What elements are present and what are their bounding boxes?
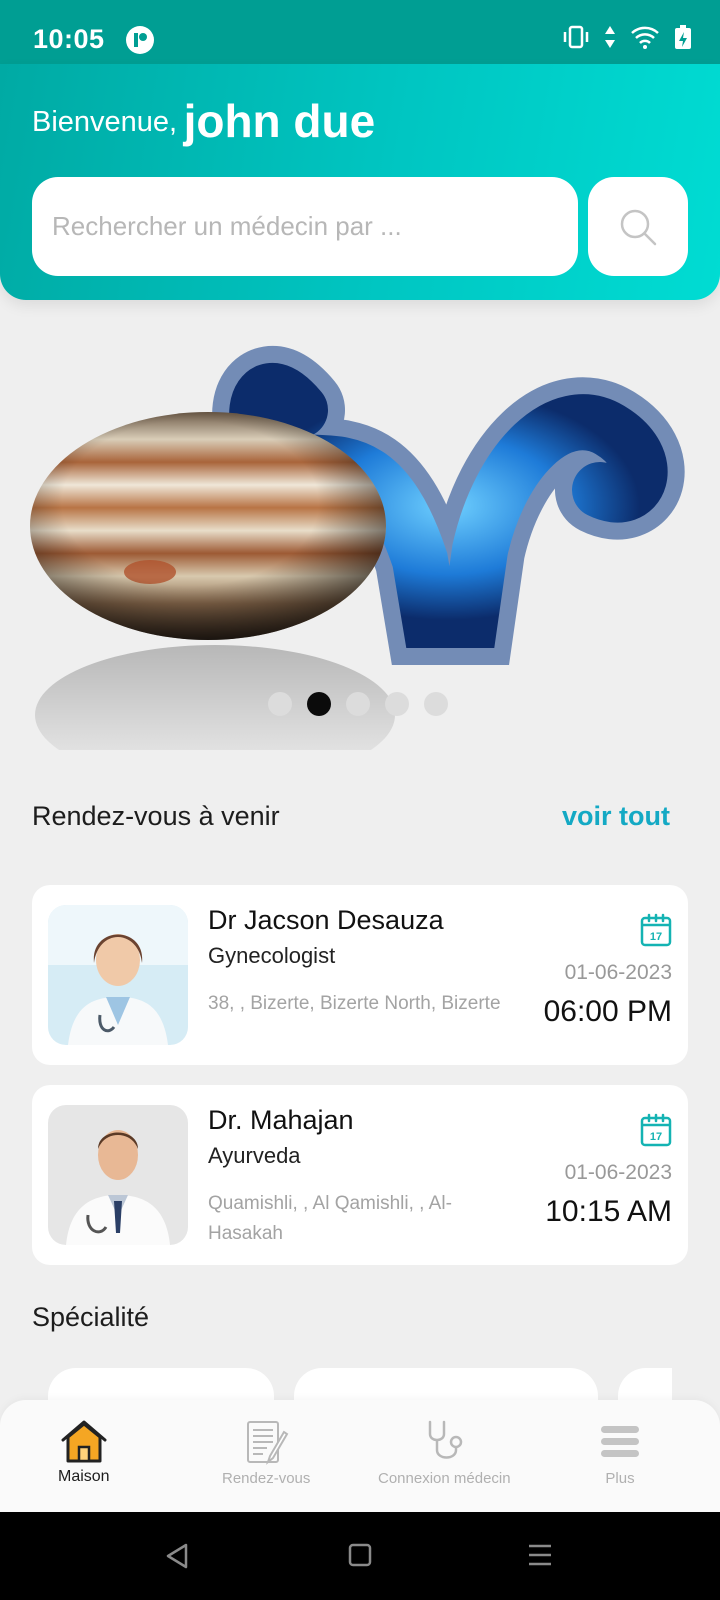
doctor-address: Quamishli, , Al Qamishli, , Al-Hasakah <box>208 1193 452 1244</box>
status-icons <box>562 24 692 50</box>
banner-carousel[interactable] <box>0 340 688 750</box>
nav-label: Connexion médecin <box>378 1470 511 1487</box>
nav-label: Rendez-vous <box>222 1470 311 1487</box>
carousel-dot[interactable] <box>346 692 370 716</box>
doctor-name: Dr Jacson Desauza <box>208 905 444 935</box>
carousel-dot[interactable] <box>385 692 409 716</box>
carousel-dots <box>268 692 448 716</box>
user-name: john due <box>183 95 376 147</box>
status-bar: 10:05 <box>0 0 720 64</box>
nav-more[interactable]: Plus <box>600 1418 640 1487</box>
status-time: 10:05 <box>33 24 105 54</box>
doctor-address: 38, , Bizerte, Bizerte North, Bizerte <box>208 993 501 1014</box>
search-button[interactable] <box>588 177 688 276</box>
doctor-specialty: Gynecologist <box>208 943 336 968</box>
banner-image <box>30 346 685 750</box>
nav-label: Maison <box>58 1468 110 1485</box>
bottom-nav: Maison Rendez-vous Connexion médecin Plu… <box>0 1400 720 1512</box>
appointment-card[interactable]: Dr. Mahajan Ayurveda Quamishli, , Al Qam… <box>32 1085 688 1265</box>
back-icon[interactable] <box>164 1542 190 1570</box>
carousel-dot[interactable] <box>307 692 331 716</box>
app-notification-icon <box>126 26 154 54</box>
stethoscope-icon <box>429 1420 463 1459</box>
specialty-title: Spécialité <box>32 1302 150 1332</box>
nav-appointments[interactable]: Rendez-vous <box>222 1418 310 1487</box>
vibrate-icon <box>563 25 589 49</box>
doctor-photo <box>48 1105 188 1245</box>
appointment-date: 01-06-2023 <box>564 961 672 984</box>
search-icon <box>620 209 657 245</box>
home-button-icon[interactable] <box>348 1543 372 1567</box>
greeting: Bienvenue, john due <box>32 94 375 148</box>
calendar-icon: 17 <box>640 1113 672 1147</box>
carousel-dot[interactable] <box>268 692 292 716</box>
recent-apps-icon[interactable] <box>527 1542 553 1568</box>
system-nav-bar <box>0 1512 720 1600</box>
menu-icon <box>601 1426 639 1457</box>
greeting-label: Bienvenue, <box>32 106 178 138</box>
nav-doctor-login[interactable]: Connexion médecin <box>378 1418 511 1487</box>
doctor-name: Dr. Mahajan <box>208 1105 354 1135</box>
appointment-time: 06:00 PM <box>543 995 672 1028</box>
wifi-icon <box>631 26 659 49</box>
see-all-link[interactable]: voir tout <box>562 801 670 832</box>
data-arrows-icon <box>605 26 615 48</box>
appointment-date: 01-06-2023 <box>564 1161 672 1184</box>
doctor-photo <box>48 905 188 1045</box>
svg-text:17: 17 <box>650 931 662 943</box>
home-icon <box>61 1420 107 1463</box>
carousel-dot[interactable] <box>424 692 448 716</box>
header: Bienvenue, john due <box>0 64 720 300</box>
battery-charging-icon <box>675 25 691 49</box>
doctor-specialty: Ayurveda <box>208 1143 301 1168</box>
appointment-time: 10:15 AM <box>545 1195 672 1228</box>
search-input[interactable] <box>32 177 578 276</box>
appointments-title: Rendez-vous à venir <box>32 801 280 831</box>
calendar-icon: 17 <box>640 913 672 947</box>
appointment-notes-icon <box>247 1421 289 1465</box>
svg-text:17: 17 <box>650 1131 662 1143</box>
nav-label: Plus <box>605 1470 635 1487</box>
nav-home[interactable]: Maison <box>58 1418 110 1486</box>
appointment-card[interactable]: Dr Jacson Desauza Gynecologist 38, , Biz… <box>32 885 688 1065</box>
